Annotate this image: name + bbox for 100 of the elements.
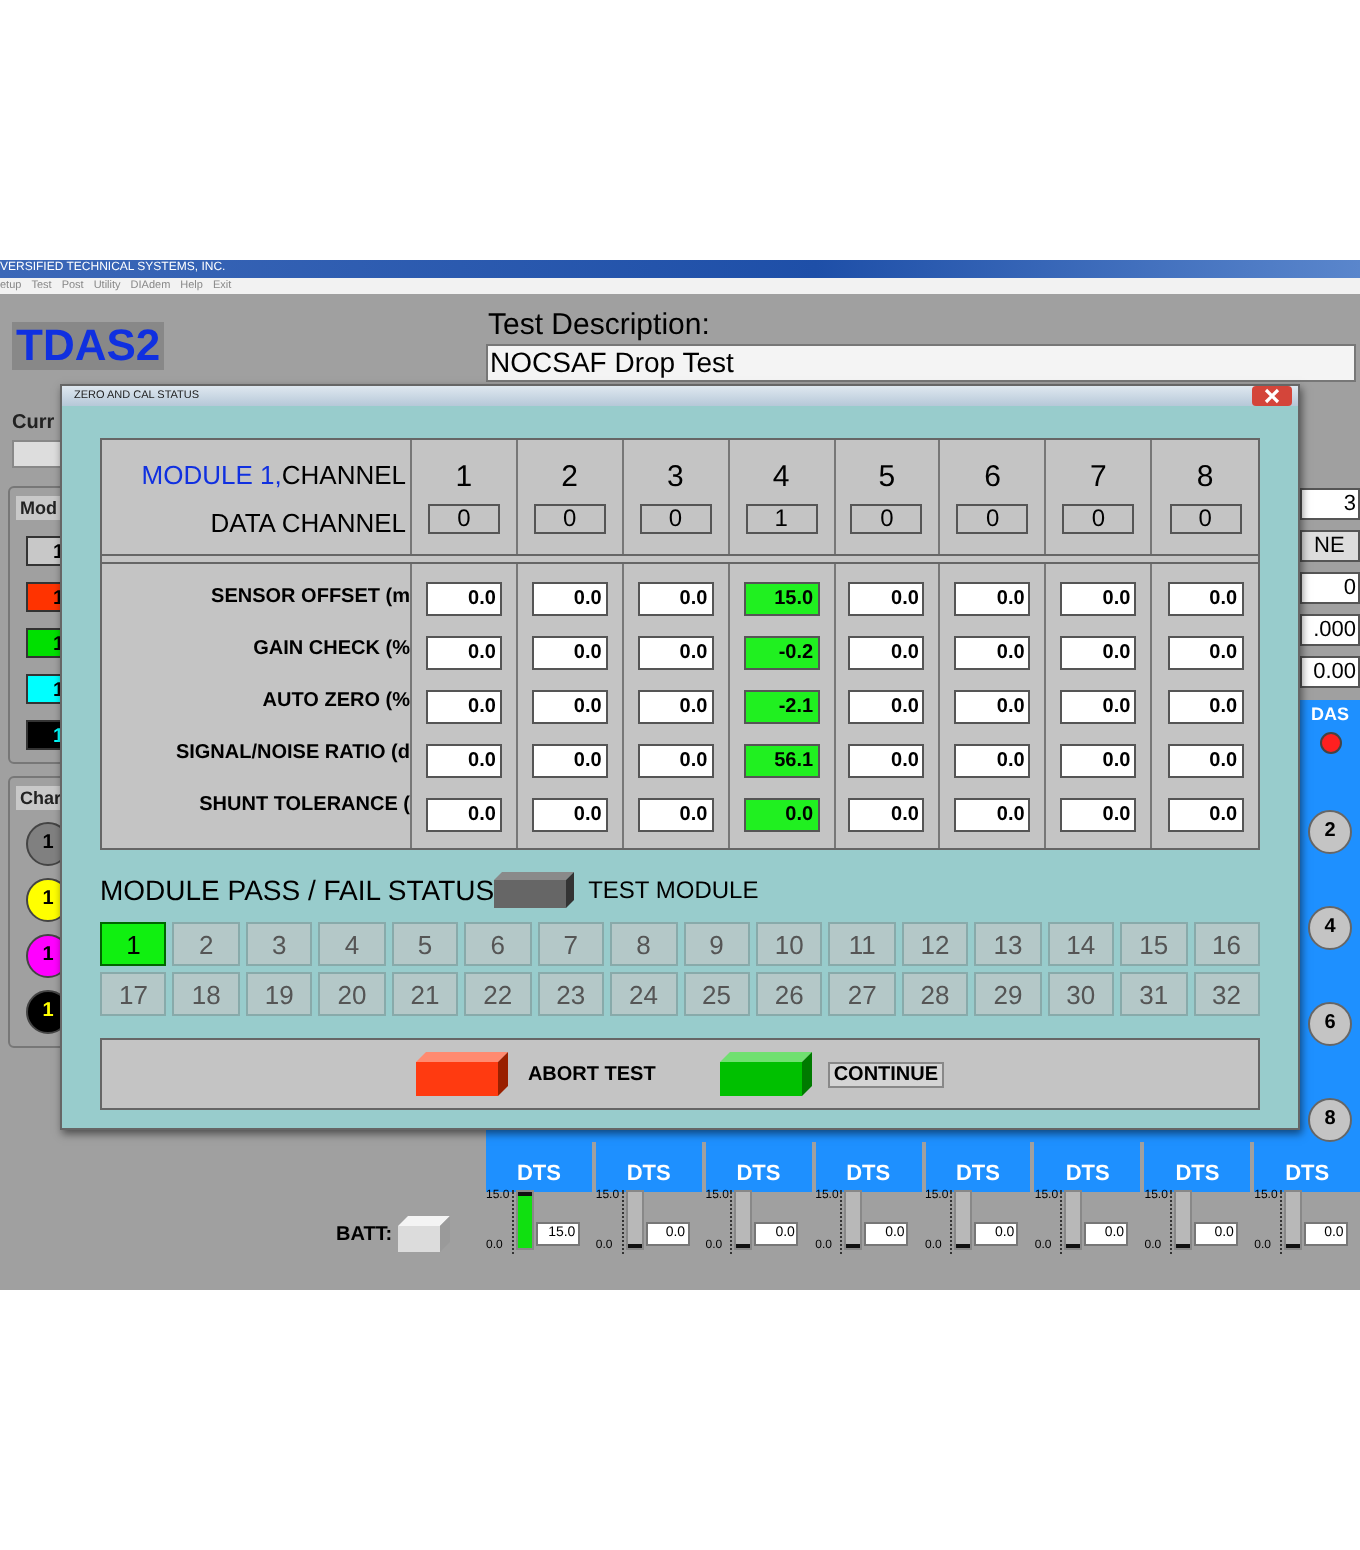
channel-indicator: 6 [1308,1002,1352,1046]
channel-number: 6 [984,460,1001,494]
channel-number: 1 [455,460,473,494]
value-field: -2.1 [743,690,820,724]
value-field: 0.0 [531,582,608,616]
module-button[interactable]: 18 [172,972,240,1016]
value-field: 0.0 [1060,690,1137,724]
module-button[interactable]: 22 [464,972,532,1016]
module-button[interactable]: 8 [610,922,677,966]
value-field: 0.0 [848,690,925,724]
value-field: 0.0 [637,690,714,724]
value-field: 0.0 [425,690,502,724]
test-description-field[interactable]: NOCSAF Drop Test [486,344,1356,382]
module-button[interactable]: 17 [100,972,167,1016]
module-button[interactable]: 24 [610,972,677,1016]
value-field: 0.0 [1060,582,1137,616]
dts-button[interactable]: DTS [486,1142,592,1192]
value-field: 0.0 [637,744,714,778]
module-button[interactable]: 26 [755,972,823,1016]
dts-button[interactable]: DTS [1034,1142,1141,1192]
module-button[interactable]: 3 [245,922,313,966]
close-icon[interactable] [1252,386,1292,406]
channel-number: 7 [1090,460,1107,494]
module-button[interactable]: 19 [245,972,313,1016]
module-button[interactable]: 23 [537,972,605,1016]
value-field: 3 [1300,488,1360,520]
value-field: 0.0 [637,798,714,832]
row-label: SIGNAL/NOISE RATIO (d [175,740,410,768]
abort-button[interactable] [415,1052,508,1096]
data-channel-field: 1 [745,504,818,534]
module-button[interactable]: 28 [901,972,969,1016]
module-button[interactable]: 7 [537,922,605,966]
module-button[interactable]: 29 [974,972,1042,1016]
column-heading: MODULE 1,CHANNEL [141,460,406,490]
value-field: 0.0 [1167,690,1244,724]
channel-number: 8 [1196,460,1214,494]
dts-button[interactable]: DTS [925,1142,1031,1192]
data-channel-field: 0 [1062,504,1135,534]
value-field: NE [1300,530,1360,562]
value-field: .000 [1300,614,1360,646]
field-label: Curr [10,412,57,434]
module-button[interactable]: 20 [318,972,386,1016]
module-button[interactable]: 5 [391,922,459,966]
panel-label: DAS [1310,704,1349,724]
row-label: GAIN CHECK (% [253,636,410,664]
value-field: 0.0 [848,798,925,832]
value-field: 0.0 [531,690,608,724]
value-field: 56.1 [743,744,820,778]
data-channel-field: 0 [1169,504,1242,534]
dts-button[interactable]: DTS [705,1142,812,1192]
value-field: 0.0 [1060,636,1137,670]
channel-number: 3 [667,460,684,494]
module-button[interactable]: 11 [828,922,896,966]
value-field: 0.0 [425,744,502,778]
value-field: 0.0 [531,636,608,670]
channel-number: 4 [772,460,790,494]
value-field: 0.0 [954,798,1031,832]
button-label: CONTINUE [827,1061,945,1087]
group-label: Mod [16,496,61,520]
module-button[interactable]: 25 [683,972,750,1016]
module-button[interactable]: 13 [974,922,1042,966]
test-module-button[interactable] [494,872,575,908]
module-button[interactable]: 31 [1120,972,1188,1016]
value-field: 0.0 [1167,582,1244,616]
module-button[interactable]: 21 [391,972,459,1016]
continue-button[interactable] [719,1052,812,1096]
module-button[interactable]: 14 [1047,922,1115,966]
module-button[interactable]: 16 [1193,922,1260,966]
module-button[interactable]: 9 [683,922,750,966]
data-channel-field: 0 [639,504,712,534]
value-field: 0.0 [637,636,714,670]
value-field: 0.0 [848,636,925,670]
module-button[interactable]: 30 [1047,972,1115,1016]
module-button[interactable]: 32 [1193,972,1260,1016]
row-label: SHUNT TOLERANCE ( [199,792,410,820]
value-field: 0.0 [425,582,502,616]
section-title: MODULE PASS / FAIL STATUS [100,874,495,906]
module-button[interactable]: 27 [828,972,896,1016]
value-field: 0.0 [1167,744,1244,778]
button-label: TEST MODULE [588,876,759,904]
dts-button[interactable]: DTS [1144,1142,1251,1192]
module-button[interactable]: 4 [318,922,386,966]
dts-button[interactable]: DTS [815,1142,921,1192]
value-field: -0.2 [743,636,820,670]
module-button[interactable]: 12 [901,922,969,966]
button-label: ABORT TEST [527,1063,656,1085]
value-field: 0.0 [425,798,502,832]
channel-number: 5 [878,460,896,494]
value-field: 15.0 [743,582,820,616]
module-button[interactable]: 15 [1120,922,1188,966]
dts-button[interactable]: DTS [595,1142,702,1192]
module-button[interactable]: 1 [100,922,167,966]
module-button[interactable]: 6 [464,922,532,966]
channel-number: 2 [561,460,578,494]
dts-button[interactable]: DTS [1254,1142,1360,1192]
channel-indicator: 4 [1308,906,1352,950]
module-button[interactable]: 10 [755,922,823,966]
module-button[interactable]: 2 [172,922,240,966]
value-field: 0.0 [954,582,1031,616]
data-channel-field: 0 [533,504,606,534]
